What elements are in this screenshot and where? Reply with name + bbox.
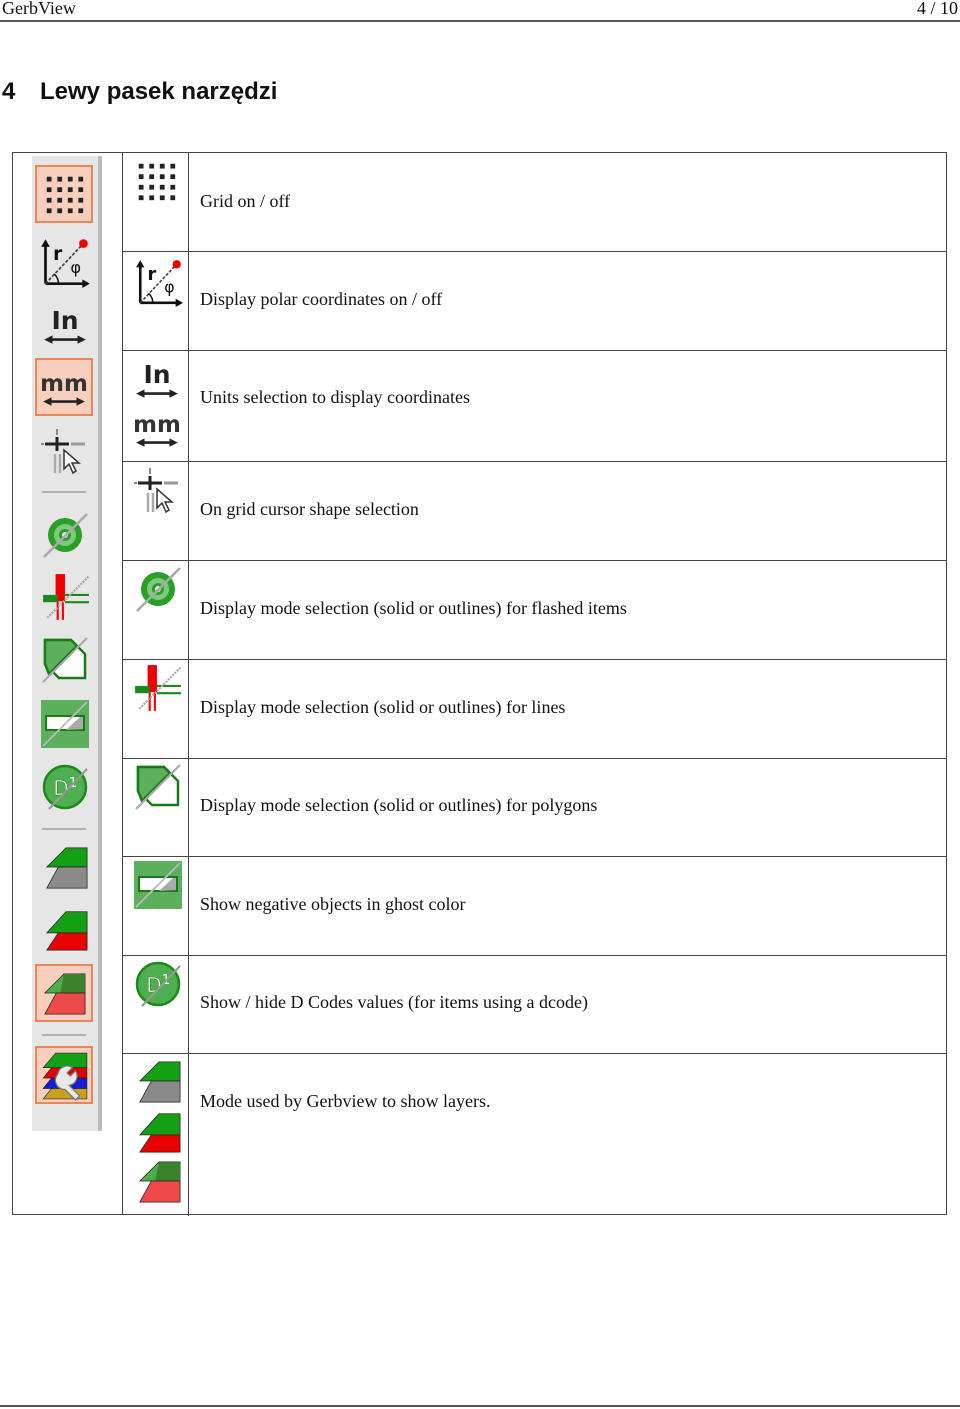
toolbar-separator xyxy=(42,491,86,493)
page-header: GerbView 4 / 10 xyxy=(0,0,960,22)
dcodes-icon xyxy=(134,960,182,1008)
units-mm-icon xyxy=(132,403,182,453)
grid-toggle-button[interactable] xyxy=(35,165,93,223)
cursor-shape-icon xyxy=(41,427,89,475)
icon-cell xyxy=(123,153,189,251)
cursor-shape-icon xyxy=(134,466,182,514)
icon-cell xyxy=(123,252,189,350)
icon-cell xyxy=(123,759,189,856)
row-description: On grid cursor shape selection xyxy=(200,499,419,519)
section-heading: 4 Lewy pasek narzędzi xyxy=(2,78,277,106)
layers-mode-gray-icon xyxy=(134,1058,184,1104)
units-inch-button[interactable] xyxy=(35,296,93,354)
icon-cell xyxy=(123,956,189,1053)
row-description: Display polar coordinates on / off xyxy=(200,289,443,309)
table-row: Show / hide D Codes values (for items us… xyxy=(123,956,946,1054)
footer-rule xyxy=(0,1405,960,1407)
units-mm-icon xyxy=(39,362,89,412)
document-title: GerbView xyxy=(2,0,76,18)
polar-coordinates-icon xyxy=(39,236,91,288)
layers-manager-button[interactable] xyxy=(35,1046,93,1104)
row-description: Mode used by Gerbview to show layers. xyxy=(200,1091,491,1111)
negative-objects-icon xyxy=(41,700,89,748)
cursor-shape-button[interactable] xyxy=(35,424,93,482)
lines-display-icon xyxy=(41,572,91,622)
layers-manager-icon xyxy=(39,1051,89,1101)
flashed-items-display-icon xyxy=(134,565,182,613)
grid-icon xyxy=(41,171,87,217)
toolbar-separator xyxy=(42,828,86,830)
layers-mode-red-icon xyxy=(41,906,91,952)
table-row: Units selection to display coordinates xyxy=(123,351,946,462)
table-row: Display mode selection (solid or outline… xyxy=(123,660,946,759)
grid-icon xyxy=(133,158,179,204)
row-description: Show negative objects in ghost color xyxy=(200,894,466,914)
left-toolbar xyxy=(32,156,102,1131)
layers-mode-gray-icon xyxy=(41,844,91,890)
layers-mode-transparent-button[interactable] xyxy=(35,964,93,1022)
layers-mode-transparent-icon xyxy=(39,970,89,1016)
page-indicator: 4 / 10 xyxy=(916,0,958,18)
polygons-display-icon xyxy=(134,763,182,811)
lines-display-button[interactable] xyxy=(35,570,93,628)
row-description: Display mode selection (solid or outline… xyxy=(200,795,598,815)
table-row: Show negative objects in ghost color xyxy=(123,857,946,956)
table-row: Grid on / off xyxy=(123,153,946,252)
dcodes-toggle-button[interactable] xyxy=(35,760,93,818)
section-number: 4 xyxy=(2,78,16,105)
icon-cell xyxy=(123,1054,189,1216)
units-inch-icon xyxy=(132,354,182,404)
description-rows: Grid on / off Display polar coordinates … xyxy=(123,153,946,1216)
row-description: Show / hide D Codes values (for items us… xyxy=(200,992,588,1012)
icon-cell xyxy=(123,857,189,955)
polygons-display-button[interactable] xyxy=(35,634,93,692)
dcodes-icon xyxy=(41,763,89,811)
negative-objects-button[interactable] xyxy=(35,697,93,755)
toolbar-separator xyxy=(42,1034,86,1036)
polygons-display-icon xyxy=(41,636,89,684)
negative-objects-icon xyxy=(134,861,182,909)
lines-display-icon xyxy=(133,663,183,713)
section-title: Lewy pasek narzędzi xyxy=(40,78,278,105)
units-mm-button[interactable] xyxy=(35,358,93,416)
layers-mode-red-button[interactable] xyxy=(35,902,93,960)
units-inch-icon xyxy=(40,300,90,350)
polar-coordinates-button[interactable] xyxy=(35,234,93,292)
icon-cell xyxy=(123,462,189,560)
table-row: Mode used by Gerbview to show layers. xyxy=(123,1054,946,1216)
table-row: On grid cursor shape selection xyxy=(123,462,946,561)
row-description: Grid on / off xyxy=(200,191,291,211)
table-row: Display mode selection (solid or outline… xyxy=(123,759,946,857)
toolbar-screenshot-cell xyxy=(13,153,123,1214)
polar-coordinates-icon xyxy=(134,257,184,307)
icon-cell xyxy=(123,561,189,659)
row-description: Units selection to display coordinates xyxy=(200,387,470,407)
row-description: Display mode selection (solid or outline… xyxy=(200,598,627,618)
layers-mode-gray-button[interactable] xyxy=(35,840,93,898)
flashed-items-display-icon xyxy=(41,511,89,559)
flashed-items-display-button[interactable] xyxy=(35,507,93,565)
row-description: Display mode selection (solid or outline… xyxy=(200,697,566,717)
toolbar-reference-table: Grid on / off Display polar coordinates … xyxy=(12,152,947,1216)
icon-cell xyxy=(123,660,189,758)
layers-mode-transparent-icon xyxy=(134,1158,184,1204)
icon-cell xyxy=(123,351,189,461)
layers-mode-red-icon xyxy=(134,1108,184,1154)
table-row: Display mode selection (solid or outline… xyxy=(123,561,946,660)
table-row: Display polar coordinates on / off xyxy=(123,252,946,351)
